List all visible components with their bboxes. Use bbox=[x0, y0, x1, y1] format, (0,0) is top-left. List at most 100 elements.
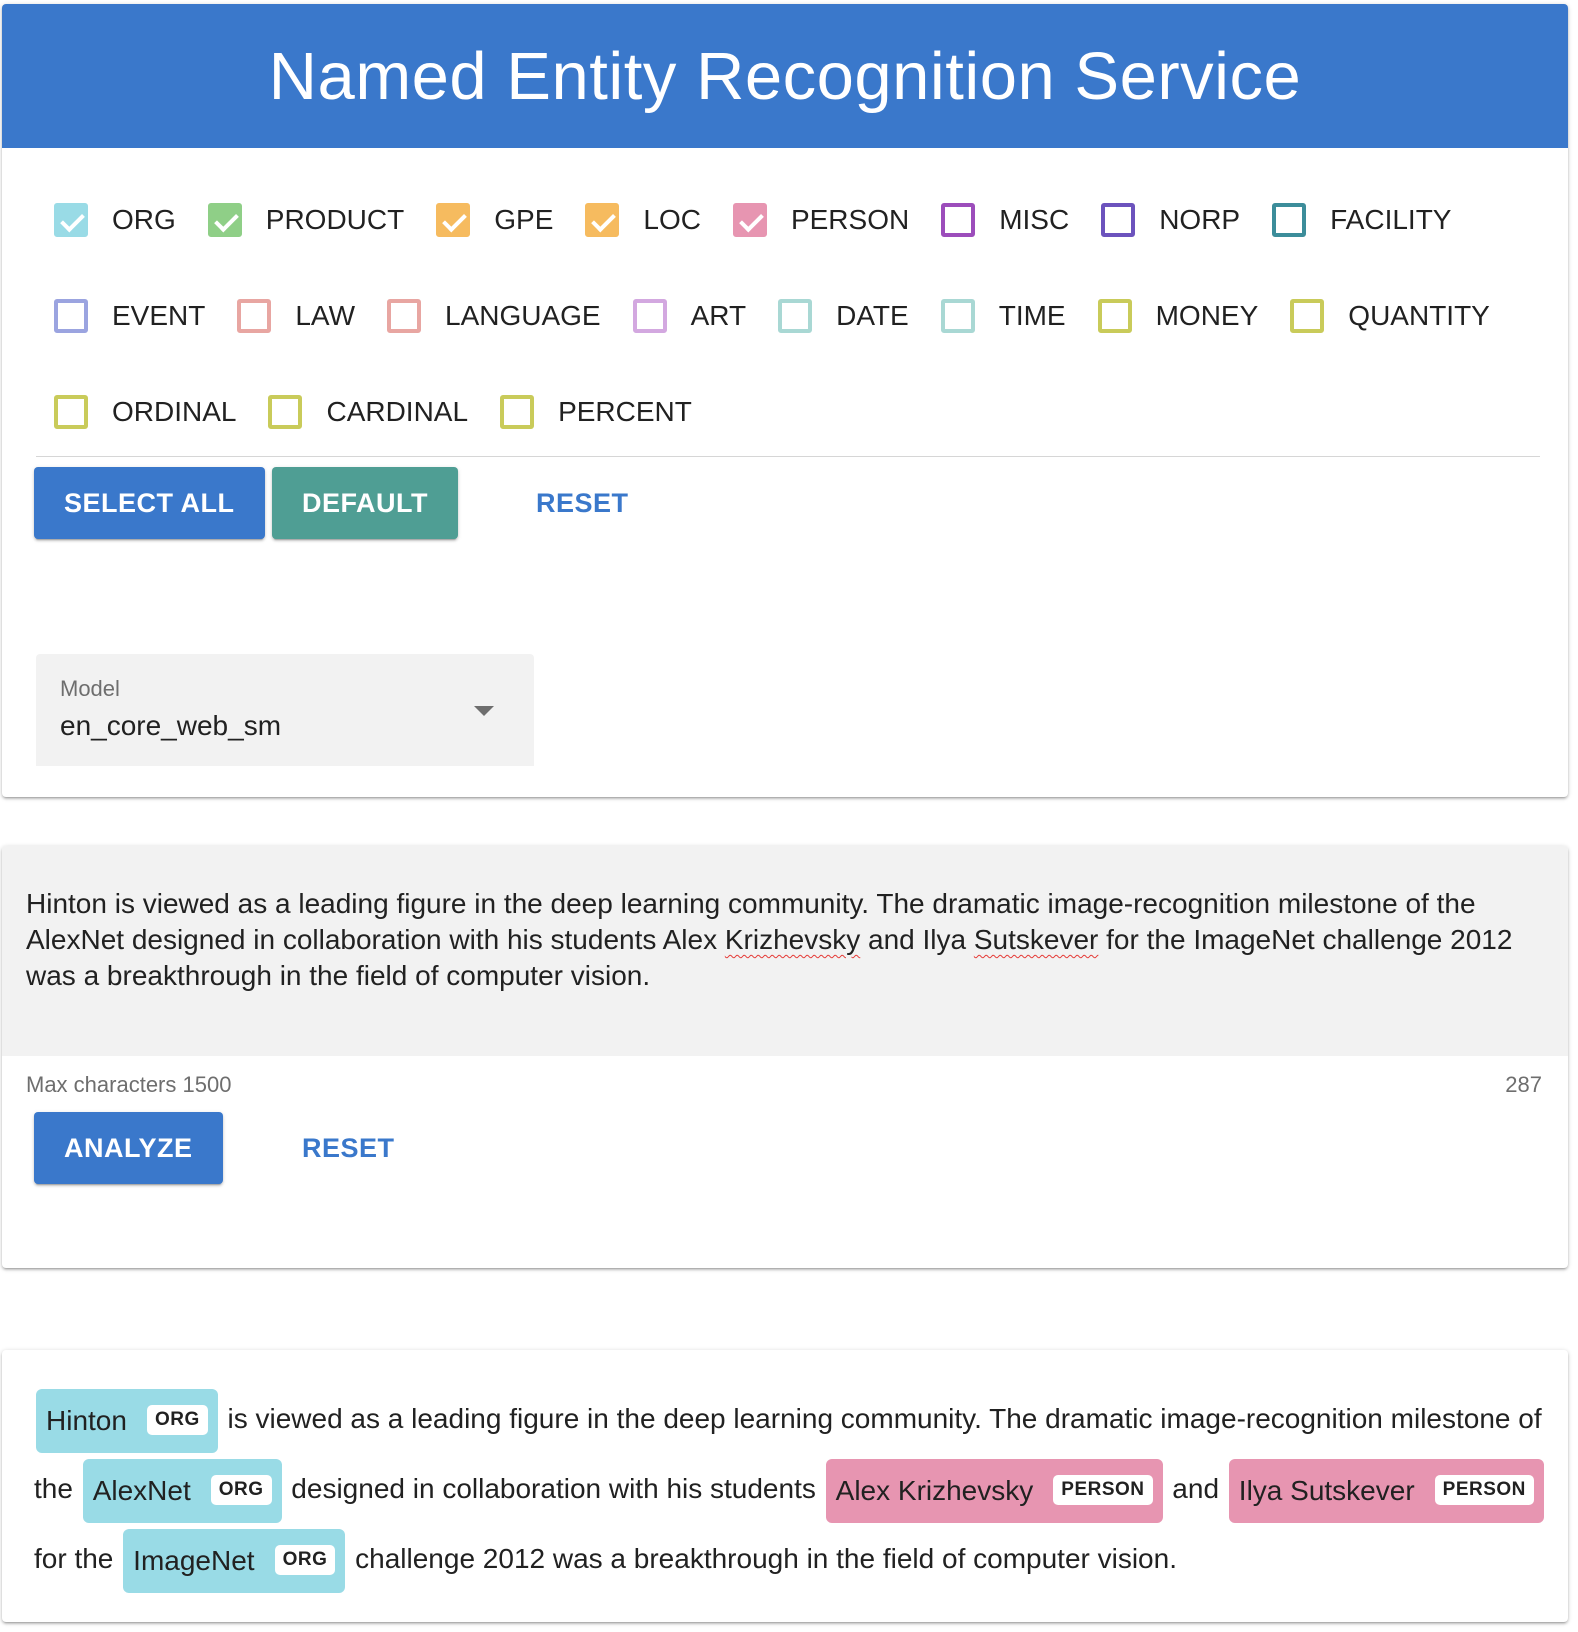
result-card: Hinton ORG is viewed as a leading figure … bbox=[2, 1350, 1568, 1622]
result-text: for the bbox=[34, 1543, 122, 1574]
misspelled-word: Sutskever bbox=[973, 924, 1099, 955]
entity-mark-org: AlexNet ORG bbox=[82, 1458, 282, 1523]
checkbox-unchecked-icon[interactable] bbox=[1290, 299, 1325, 333]
default-button[interactable]: DEFAULT bbox=[272, 467, 458, 539]
misspelled-word: Krizhevsky bbox=[724, 924, 861, 955]
entity-checkbox-quantity[interactable]: QUANTITY bbox=[1290, 292, 1490, 340]
entity-label: MONEY bbox=[1155, 300, 1259, 331]
entity-label: TIME bbox=[998, 300, 1066, 331]
entity-checkbox-product[interactable]: PRODUCT bbox=[207, 196, 405, 244]
entity-text: Alex Krizhevsky bbox=[835, 1474, 1034, 1506]
checkbox-unchecked-icon[interactable] bbox=[500, 395, 535, 429]
entity-checkbox-person[interactable]: PERSON bbox=[732, 196, 910, 244]
entity-checkbox-gpe[interactable]: GPE bbox=[436, 196, 553, 244]
checkbox-checked-icon[interactable] bbox=[207, 203, 242, 237]
entity-checkbox-org[interactable]: ORG bbox=[54, 196, 176, 244]
entity-text: AlexNet bbox=[92, 1474, 191, 1506]
input-card: Hinton is viewed as a leading figure in … bbox=[2, 846, 1568, 1268]
entity-label: LOC bbox=[643, 204, 701, 235]
entity-label: GPE bbox=[494, 204, 554, 235]
entity-label: PERSON bbox=[790, 204, 910, 235]
entity-text: ImageNet bbox=[133, 1544, 255, 1576]
checkbox-unchecked-icon[interactable] bbox=[54, 299, 88, 333]
checkbox-unchecked-icon[interactable] bbox=[1101, 203, 1136, 237]
entity-type-tag: PERSON bbox=[1434, 1475, 1534, 1506]
checkbox-checked-icon[interactable] bbox=[54, 203, 88, 237]
annotated-result: Hinton ORG is viewed as a leading figure … bbox=[34, 1384, 1554, 1594]
entity-mark-org: ImageNet ORG bbox=[123, 1528, 346, 1593]
page-title: Named Entity Recognition Service bbox=[268, 38, 1302, 114]
checkbox-checked-icon[interactable] bbox=[585, 203, 620, 237]
entity-type-tag: ORG bbox=[146, 1405, 208, 1436]
dropdown-arrow-icon[interactable] bbox=[474, 706, 494, 716]
entity-type-tag: PERSON bbox=[1053, 1475, 1153, 1506]
entity-label: LANGUAGE bbox=[445, 300, 601, 331]
entity-checkbox-event[interactable]: EVENT bbox=[54, 292, 205, 340]
checkbox-checked-icon[interactable] bbox=[436, 203, 471, 237]
entity-label: EVENT bbox=[112, 300, 206, 331]
entity-label: MISC bbox=[999, 204, 1070, 235]
entity-checkbox-percent[interactable]: PERCENT bbox=[500, 388, 692, 436]
entity-type-tag: ORG bbox=[210, 1475, 272, 1506]
result-text: designed in collaboration with his stude… bbox=[283, 1473, 824, 1504]
result-text: challenge 2012 was a breakthrough in the… bbox=[347, 1543, 1177, 1574]
entity-text: Ilya Sutskever bbox=[1238, 1474, 1415, 1506]
entity-label: LAW bbox=[295, 300, 355, 331]
entity-mark-org: Hinton ORG bbox=[36, 1388, 218, 1453]
checkbox-unchecked-icon[interactable] bbox=[1272, 203, 1307, 237]
entity-checkbox-money[interactable]: MONEY bbox=[1097, 292, 1259, 340]
entity-mark-person: Ilya Sutskever PERSON bbox=[1228, 1458, 1544, 1523]
entity-text: Hinton bbox=[46, 1404, 127, 1436]
entity-label: ORG bbox=[112, 204, 176, 235]
model-select-label: Model bbox=[60, 676, 120, 701]
entity-checkbox-law[interactable]: LAW bbox=[237, 292, 355, 340]
config-card: Named Entity Recognition Service ORG PROD… bbox=[2, 4, 1568, 797]
entity-mark-person: Alex Krizhevsky PERSON bbox=[825, 1458, 1163, 1523]
entity-checkbox-date[interactable]: DATE bbox=[778, 292, 909, 340]
checkbox-unchecked-icon[interactable] bbox=[268, 395, 303, 429]
entity-checkbox-time[interactable]: TIME bbox=[940, 292, 1066, 340]
character-counter: 287 bbox=[1505, 1072, 1542, 1097]
text-input-value[interactable]: Hinton is viewed as a leading figure in … bbox=[26, 886, 1546, 994]
entity-label: ORDINAL bbox=[112, 396, 237, 427]
checkbox-unchecked-icon[interactable] bbox=[387, 299, 421, 333]
entity-checkbox-language[interactable]: LANGUAGE bbox=[387, 292, 601, 340]
entity-type-tag: ORG bbox=[274, 1545, 336, 1576]
checkbox-unchecked-icon[interactable] bbox=[54, 395, 88, 429]
result-text: and bbox=[1164, 1473, 1227, 1504]
checkbox-unchecked-icon[interactable] bbox=[1097, 299, 1132, 333]
reset-text-button[interactable]: RESET bbox=[282, 1112, 415, 1184]
entity-label: DATE bbox=[836, 300, 909, 331]
select-all-button[interactable]: SELECT ALL bbox=[34, 467, 265, 539]
divider bbox=[36, 456, 1540, 457]
entity-checkbox-facility[interactable]: FACILITY bbox=[1272, 196, 1451, 244]
entity-checkbox-loc[interactable]: LOC bbox=[585, 196, 701, 244]
entity-checkbox-ordinal[interactable]: ORDINAL bbox=[54, 388, 236, 436]
text-input[interactable]: Hinton is viewed as a leading figure in … bbox=[2, 846, 1568, 1056]
reset-entities-button[interactable]: RESET bbox=[516, 467, 649, 539]
checkbox-checked-icon[interactable] bbox=[732, 203, 767, 237]
entity-label: ART bbox=[690, 300, 747, 331]
app-header: Named Entity Recognition Service bbox=[2, 4, 1568, 148]
entity-label: PRODUCT bbox=[265, 204, 405, 235]
entity-label: PERCENT bbox=[558, 396, 692, 427]
text-fragment: and Ilya bbox=[860, 924, 974, 955]
max-characters-hint: Max characters 1500 bbox=[26, 1072, 232, 1097]
entity-label: FACILITY bbox=[1330, 204, 1452, 235]
checkbox-unchecked-icon[interactable] bbox=[237, 299, 272, 333]
checkbox-unchecked-icon[interactable] bbox=[632, 299, 667, 333]
entity-label: CARDINAL bbox=[326, 396, 469, 427]
entity-checkbox-norp[interactable]: NORP bbox=[1101, 196, 1240, 244]
entity-checkbox-art[interactable]: ART bbox=[632, 292, 747, 340]
checkbox-unchecked-icon[interactable] bbox=[941, 203, 976, 237]
model-select-value: en_core_web_sm bbox=[60, 710, 282, 741]
entity-checkbox-misc[interactable]: MISC bbox=[941, 196, 1069, 244]
entity-filter-list: ORG PRODUCT GPE LOC PERSON MISC NORP FACILITY EV… bbox=[54, 196, 1544, 436]
entity-checkbox-cardinal[interactable]: CARDINAL bbox=[268, 388, 468, 436]
analyze-button[interactable]: ANALYZE bbox=[34, 1112, 223, 1184]
entity-label: NORP bbox=[1159, 204, 1241, 235]
entity-label: QUANTITY bbox=[1348, 300, 1490, 331]
model-select[interactable]: Model en_core_web_sm bbox=[36, 654, 534, 766]
checkbox-unchecked-icon[interactable] bbox=[778, 299, 813, 333]
checkbox-unchecked-icon[interactable] bbox=[940, 299, 975, 333]
